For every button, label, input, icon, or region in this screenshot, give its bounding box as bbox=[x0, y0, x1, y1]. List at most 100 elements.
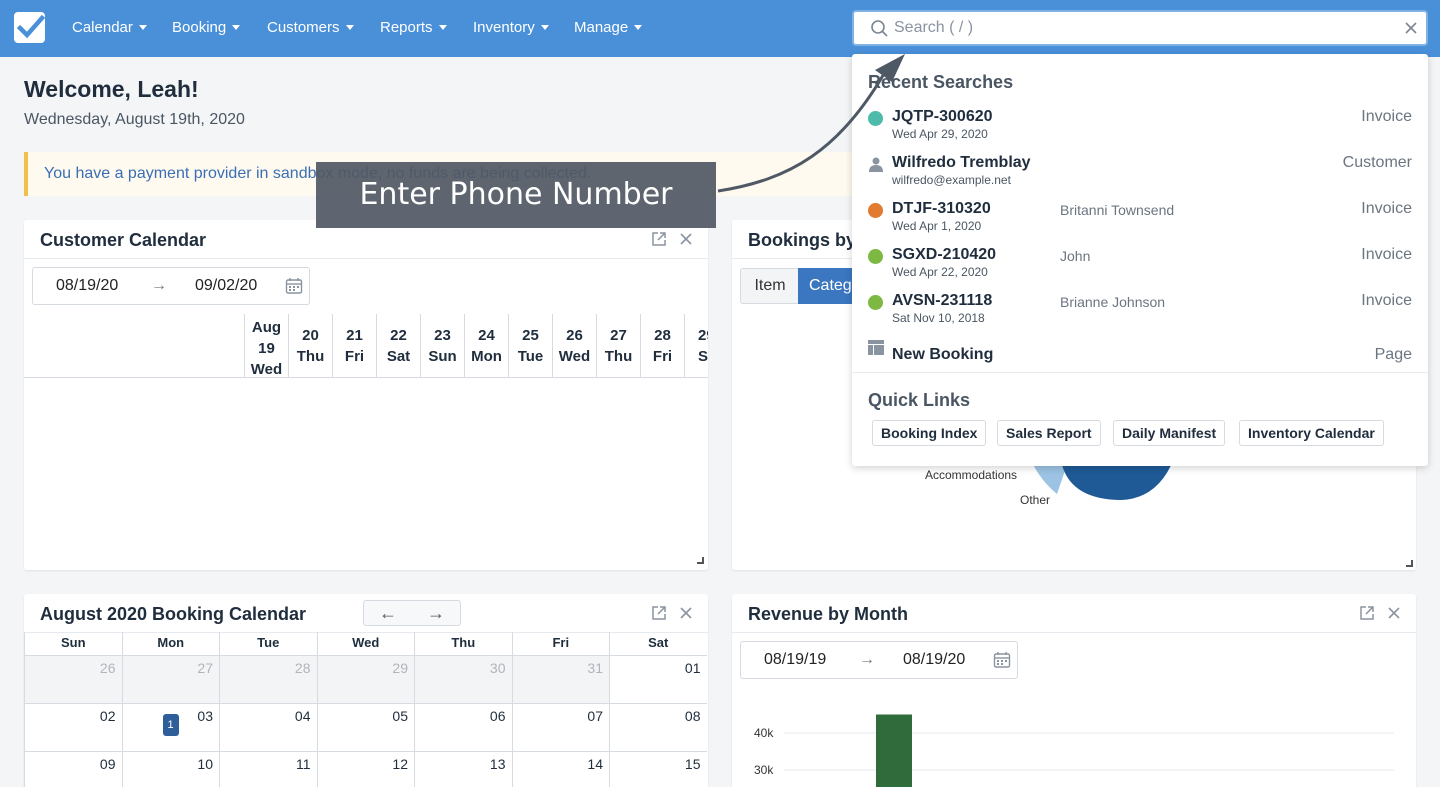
close-icon[interactable] bbox=[1387, 606, 1401, 620]
resize-handle[interactable] bbox=[1406, 560, 1413, 567]
tab-item[interactable]: Item bbox=[740, 268, 800, 304]
arrow-right-icon[interactable]: → bbox=[427, 603, 445, 624]
search-result-type: Invoice bbox=[1361, 108, 1412, 125]
caret-down-icon bbox=[138, 25, 147, 30]
calendar-day-cell[interactable]: 15 bbox=[609, 752, 707, 787]
popout-icon[interactable] bbox=[1359, 605, 1375, 621]
popout-icon[interactable] bbox=[651, 605, 667, 621]
quick-link-button[interactable]: Sales Report bbox=[997, 420, 1101, 446]
nav-booking[interactable]: Booking bbox=[172, 19, 241, 36]
calendar-day-column: 27 Thu bbox=[596, 314, 640, 378]
day-weekday: Mon bbox=[471, 348, 502, 365]
day-weekday: Wed bbox=[558, 348, 591, 365]
welcome-title: Welcome, Leah! bbox=[24, 76, 199, 102]
calendar-day-column: 23 Sun bbox=[420, 314, 464, 378]
calendar-day-cell[interactable]: 08 bbox=[609, 704, 707, 752]
calendar-day-cell[interactable]: 12 bbox=[316, 752, 415, 787]
quick-link-button[interactable]: Booking Index bbox=[872, 420, 987, 446]
nav-inventory[interactable]: Inventory bbox=[473, 19, 549, 36]
range-start: 08/19/20 bbox=[56, 277, 119, 294]
weekday-header: Thu bbox=[414, 632, 512, 656]
tab-category[interactable]: Categ bbox=[798, 268, 858, 304]
day-weekday: Fri bbox=[652, 348, 673, 365]
nav-customers[interactable]: Customers bbox=[267, 19, 354, 36]
pie-label-accommodations: Accommodations bbox=[925, 468, 1018, 482]
current-date: Wednesday, August 19th, 2020 bbox=[24, 111, 245, 128]
calendar-day-cell[interactable]: 07 bbox=[511, 704, 609, 752]
quick-links-title: Quick Links bbox=[868, 390, 971, 410]
date-range-picker[interactable]: 08/19/19 → 08/19/20 bbox=[740, 641, 1018, 679]
close-icon[interactable] bbox=[679, 606, 693, 620]
day-number: 12 bbox=[392, 756, 408, 772]
quick-link-button[interactable]: Inventory Calendar bbox=[1239, 420, 1384, 446]
global-search bbox=[852, 10, 1428, 46]
calendar-day-cell[interactable]: 03 1 bbox=[121, 704, 219, 752]
range-start: 08/19/19 bbox=[764, 651, 827, 668]
calendar-day-cell[interactable]: 05 bbox=[316, 704, 414, 752]
day-number: 30 bbox=[489, 660, 506, 676]
recent-search-item[interactable]: Wilfredo Tremblay wilfredo@example.net Cus… bbox=[868, 150, 1412, 190]
caret-down-icon bbox=[345, 25, 354, 30]
recent-search-item[interactable]: New Booking Page bbox=[868, 334, 1412, 374]
nav-manage[interactable]: Manage bbox=[574, 19, 643, 36]
search-result-name: AVSN-231118 bbox=[892, 292, 993, 309]
arrow-right-icon: → bbox=[859, 651, 875, 668]
search-result-name: New Booking bbox=[892, 346, 994, 363]
day-number: 13 bbox=[489, 756, 506, 772]
day-weekday: Fri bbox=[344, 348, 365, 365]
nav-reports[interactable]: Reports bbox=[380, 19, 447, 36]
calendar-icon bbox=[285, 278, 303, 294]
status-dot-icon bbox=[868, 295, 883, 310]
calendar-day-cell[interactable]: 02 bbox=[24, 704, 122, 752]
day-number: 28 bbox=[654, 327, 671, 344]
recent-search-item[interactable]: AVSN-231118 Sat Nov 10, 2018 Brianne Johns… bbox=[868, 288, 1412, 328]
caret-down-icon bbox=[232, 25, 241, 30]
day-number: 22 bbox=[390, 327, 407, 344]
caret-down-icon bbox=[438, 25, 447, 30]
calendar-day-cell[interactable]: 10 bbox=[121, 752, 220, 787]
nav-customers-label: Customers bbox=[267, 19, 340, 36]
calendar-day-cell[interactable]: 31 bbox=[511, 656, 609, 704]
app-logo[interactable] bbox=[14, 12, 45, 43]
day-number: 03 bbox=[197, 708, 213, 724]
status-dot-icon bbox=[868, 203, 883, 218]
day-number: 02 bbox=[99, 708, 116, 724]
calendar-day-cell[interactable]: 28 bbox=[219, 656, 317, 704]
calendar-day-cell[interactable]: 11 bbox=[219, 752, 317, 787]
recent-search-item[interactable]: SGXD-210420 Wed Apr 22, 2020 John Invoice bbox=[868, 242, 1412, 282]
calendar-day-cell[interactable]: 29 bbox=[316, 656, 414, 704]
calendar-day-cell[interactable]: 04 bbox=[219, 704, 317, 752]
day-number: 15 bbox=[684, 756, 701, 772]
close-icon[interactable] bbox=[679, 232, 693, 246]
booking-count-badge[interactable]: 1 bbox=[162, 714, 179, 736]
resize-handle[interactable] bbox=[697, 557, 704, 564]
panel-title: Revenue by Month bbox=[748, 604, 909, 624]
calendar-day-cell[interactable]: 26 bbox=[24, 656, 122, 704]
quick-link-button[interactable]: Daily Manifest bbox=[1113, 420, 1226, 446]
popout-icon[interactable] bbox=[651, 231, 667, 247]
day-number: 08 bbox=[684, 708, 701, 724]
calendar-day-cell[interactable]: 27 bbox=[121, 656, 219, 704]
search-result-name: DTJF-310320 bbox=[892, 200, 991, 217]
calendar-day-cell[interactable]: 13 bbox=[414, 752, 512, 787]
calendar-day-cell[interactable]: 09 bbox=[24, 752, 122, 787]
weekday-header: Sat bbox=[609, 632, 707, 656]
weekday-header: Wed bbox=[316, 632, 414, 656]
day-number: 06 bbox=[489, 708, 506, 724]
date-range-picker[interactable]: 08/19/20 → 09/02/20 bbox=[32, 267, 310, 305]
arrow-left-icon[interactable]: ← bbox=[379, 603, 397, 624]
search-result-name: SGXD-210420 bbox=[892, 246, 997, 263]
nav-calendar[interactable]: Calendar bbox=[72, 19, 147, 36]
calendar-day-cell[interactable]: 30 bbox=[414, 656, 512, 704]
calendar-day-cell[interactable]: 06 bbox=[414, 704, 512, 752]
close-icon[interactable] bbox=[1396, 18, 1426, 38]
recent-search-item[interactable]: JQTP-300620 Wed Apr 29, 2020 Invoice bbox=[868, 104, 1412, 144]
panel-divider bbox=[732, 632, 1416, 633]
search-input[interactable] bbox=[890, 13, 1396, 43]
search-result-subtitle: Sat Nov 10, 2018 bbox=[892, 311, 985, 325]
recent-search-item[interactable]: DTJF-310320 Wed Apr 1, 2020 Britanni Towns… bbox=[868, 196, 1412, 236]
search-result-type: Customer bbox=[1342, 154, 1412, 171]
calendar-day-cell[interactable]: 14 bbox=[511, 752, 610, 787]
search-result-customer: John bbox=[1060, 248, 1091, 264]
calendar-day-cell[interactable]: 01 bbox=[609, 656, 707, 704]
